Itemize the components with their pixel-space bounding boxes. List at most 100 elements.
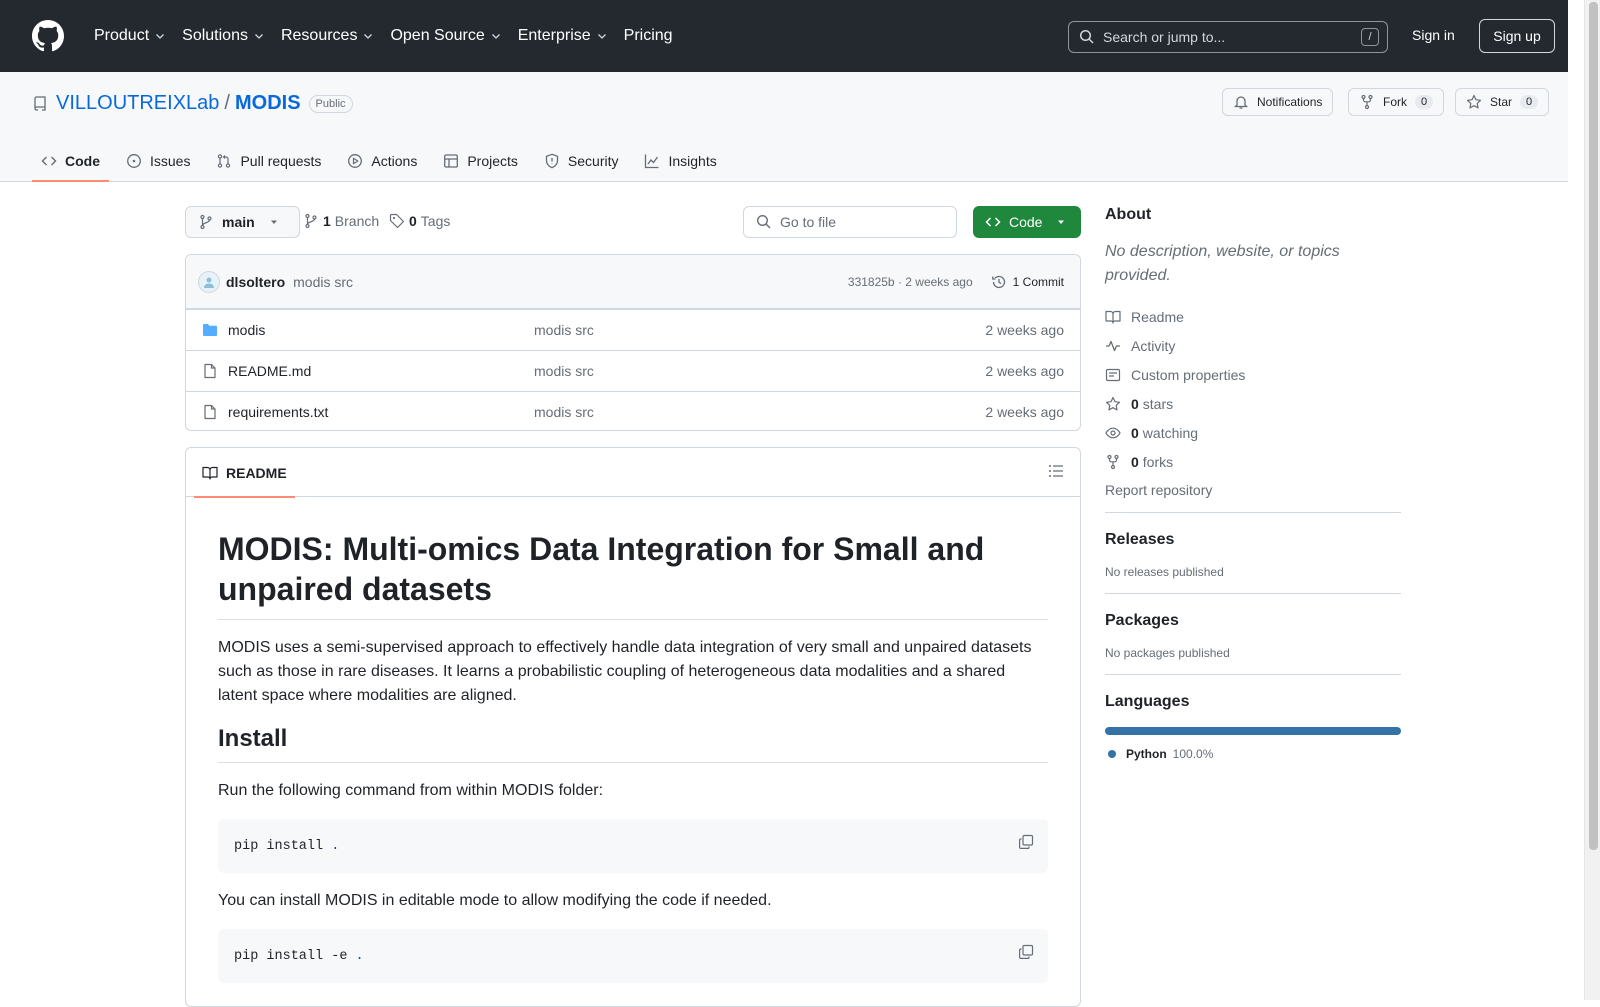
copy-icon[interactable] [1018, 834, 1034, 850]
nav-pricing[interactable]: Pricing [616, 20, 681, 52]
file-commit-message[interactable]: modis src [534, 404, 985, 420]
sign-up-button[interactable]: Sign up [1479, 19, 1555, 53]
sign-in-link[interactable]: Sign in [1412, 27, 1455, 43]
file-commit-message[interactable]: modis src [534, 322, 985, 338]
readme-link-label: Readme [1131, 308, 1184, 325]
nav-label: Open Source [390, 27, 485, 44]
code-dropdown-button[interactable]: Code [973, 206, 1081, 238]
star-icon [1105, 396, 1121, 410]
tab-insights[interactable]: Insights [635, 140, 725, 182]
file-row[interactable]: requirements.txt modis src 2 weeks ago [186, 391, 1080, 430]
report-repository-link[interactable]: Report repository [1105, 482, 1401, 498]
nav-label: Product [94, 27, 150, 44]
avatar[interactable] [198, 270, 220, 293]
file-date: 2 weeks ago [985, 404, 1064, 420]
user-avatar-icon [204, 277, 214, 288]
file-row[interactable]: README.md modis src 2 weeks ago [186, 350, 1080, 391]
editable-text: You can install MODIS in editable mode t… [218, 892, 772, 909]
watching-link[interactable]: 0 watching [1105, 418, 1401, 447]
scrollbar-thumb[interactable] [1589, 2, 1598, 850]
nav-resources[interactable]: Resources [273, 20, 382, 52]
commit-sha-time[interactable]: 331825b · 2 weeks ago [848, 275, 973, 289]
file-name[interactable]: modis [228, 322, 265, 338]
nav-open-source[interactable]: Open Source [382, 20, 509, 52]
copy-icon[interactable] [1018, 944, 1034, 960]
language-color-dot [1108, 750, 1116, 758]
tab-pull-requests[interactable]: Pull requests [207, 140, 330, 182]
commit-message[interactable]: modis src [293, 274, 848, 290]
star-icon [1466, 94, 1482, 109]
file-date: 2 weeks ago [985, 363, 1064, 379]
fork-button[interactable]: Fork 0 [1348, 88, 1445, 116]
releases-title[interactable]: Releases [1105, 531, 1401, 549]
language-item[interactable]: Python 100.0% [1105, 747, 1401, 761]
page-scrollbar[interactable] [1584, 0, 1600, 1000]
repo-name-link[interactable]: MODIS [235, 92, 301, 115]
forks-link[interactable]: 0 forks [1105, 447, 1401, 476]
chevron-down-icon [255, 34, 263, 39]
custom-properties-link[interactable]: Custom properties [1105, 360, 1401, 389]
pulse-icon [1106, 340, 1120, 351]
readme-intro: MODIS uses a semi-supervised approach to… [218, 639, 1032, 704]
nav-product[interactable]: Product [86, 20, 174, 52]
tab-issues[interactable]: Issues [117, 140, 199, 182]
bell-icon [1233, 96, 1249, 109]
tab-projects[interactable]: Projects [434, 140, 527, 182]
packages-title[interactable]: Packages [1105, 612, 1401, 630]
activity-link[interactable]: Activity [1105, 331, 1401, 360]
readme-tab[interactable]: README [194, 448, 295, 498]
nav-solutions[interactable]: Solutions [174, 20, 273, 52]
repo-owner-link[interactable]: VILLOUTREIXLab [56, 92, 219, 115]
code-command: pip install [234, 838, 324, 854]
file-name[interactable]: requirements.txt [228, 404, 328, 420]
branch-selector[interactable]: main [185, 206, 300, 238]
list-unordered-icon[interactable] [1048, 463, 1064, 479]
file-name[interactable]: README.md [228, 363, 311, 379]
forks-label: forks [1142, 453, 1174, 470]
commits-link[interactable]: 1 Commit [991, 274, 1064, 290]
code-icon [985, 217, 1001, 227]
note-icon [1105, 368, 1121, 381]
history-icon [991, 275, 1005, 288]
notifications-label: Notifications [1257, 95, 1323, 109]
chevron-down-icon [597, 34, 606, 39]
stars-count: 0 [1131, 395, 1139, 412]
git-branch-icon [305, 213, 317, 229]
file-list: dlsoltero modis src 331825b · 2 weeks ag… [185, 254, 1081, 431]
star-button[interactable]: Star 0 [1455, 88, 1550, 116]
divider [1105, 593, 1401, 594]
branches-link[interactable]: 1 Branch [303, 213, 379, 229]
global-search-input[interactable]: Search or jump to... / [1068, 21, 1388, 53]
github-logo-icon[interactable] [32, 20, 64, 52]
tab-security[interactable]: Security [535, 140, 628, 182]
packages-empty-text: No packages published [1105, 646, 1230, 660]
chevron-down-icon [156, 34, 165, 39]
nav-enterprise[interactable]: Enterprise [510, 20, 616, 52]
search-placeholder: Search or jump to... [1103, 29, 1226, 45]
branch-count-label: Branch [334, 213, 380, 229]
commit-author[interactable]: dlsoltero [226, 274, 285, 290]
tab-label: Security [567, 153, 619, 169]
fork-label: Fork [1383, 95, 1407, 109]
tag-count-label: Tags [420, 213, 451, 229]
divider [1105, 512, 1401, 513]
notifications-button[interactable]: Notifications [1222, 88, 1334, 116]
file-commit-message[interactable]: modis src [534, 363, 985, 379]
tab-actions[interactable]: Actions [338, 140, 426, 182]
repo-tabs: Code Issues Pull requests Actions Projec… [32, 140, 726, 182]
search-icon [1079, 29, 1094, 44]
tab-code[interactable]: Code [32, 140, 109, 182]
go-to-file-input[interactable]: Go to file [743, 206, 957, 238]
file-date: 2 weeks ago [985, 322, 1064, 338]
stars-link[interactable]: 0 stars [1105, 389, 1401, 418]
search-shortcut-key: / [1361, 28, 1379, 46]
tags-link[interactable]: 0 Tags [389, 213, 450, 229]
readme-content: MODIS: Multi-omics Data Integration for … [186, 497, 1080, 983]
git-branch-icon [200, 214, 212, 230]
forks-count: 0 [1131, 453, 1139, 470]
watching-label: watching [1142, 424, 1199, 441]
activity-link-label: Activity [1131, 337, 1176, 354]
tab-label: Pull requests [240, 153, 322, 169]
readme-link[interactable]: Readme [1105, 302, 1401, 331]
file-row[interactable]: modis modis src 2 weeks ago [186, 309, 1080, 350]
